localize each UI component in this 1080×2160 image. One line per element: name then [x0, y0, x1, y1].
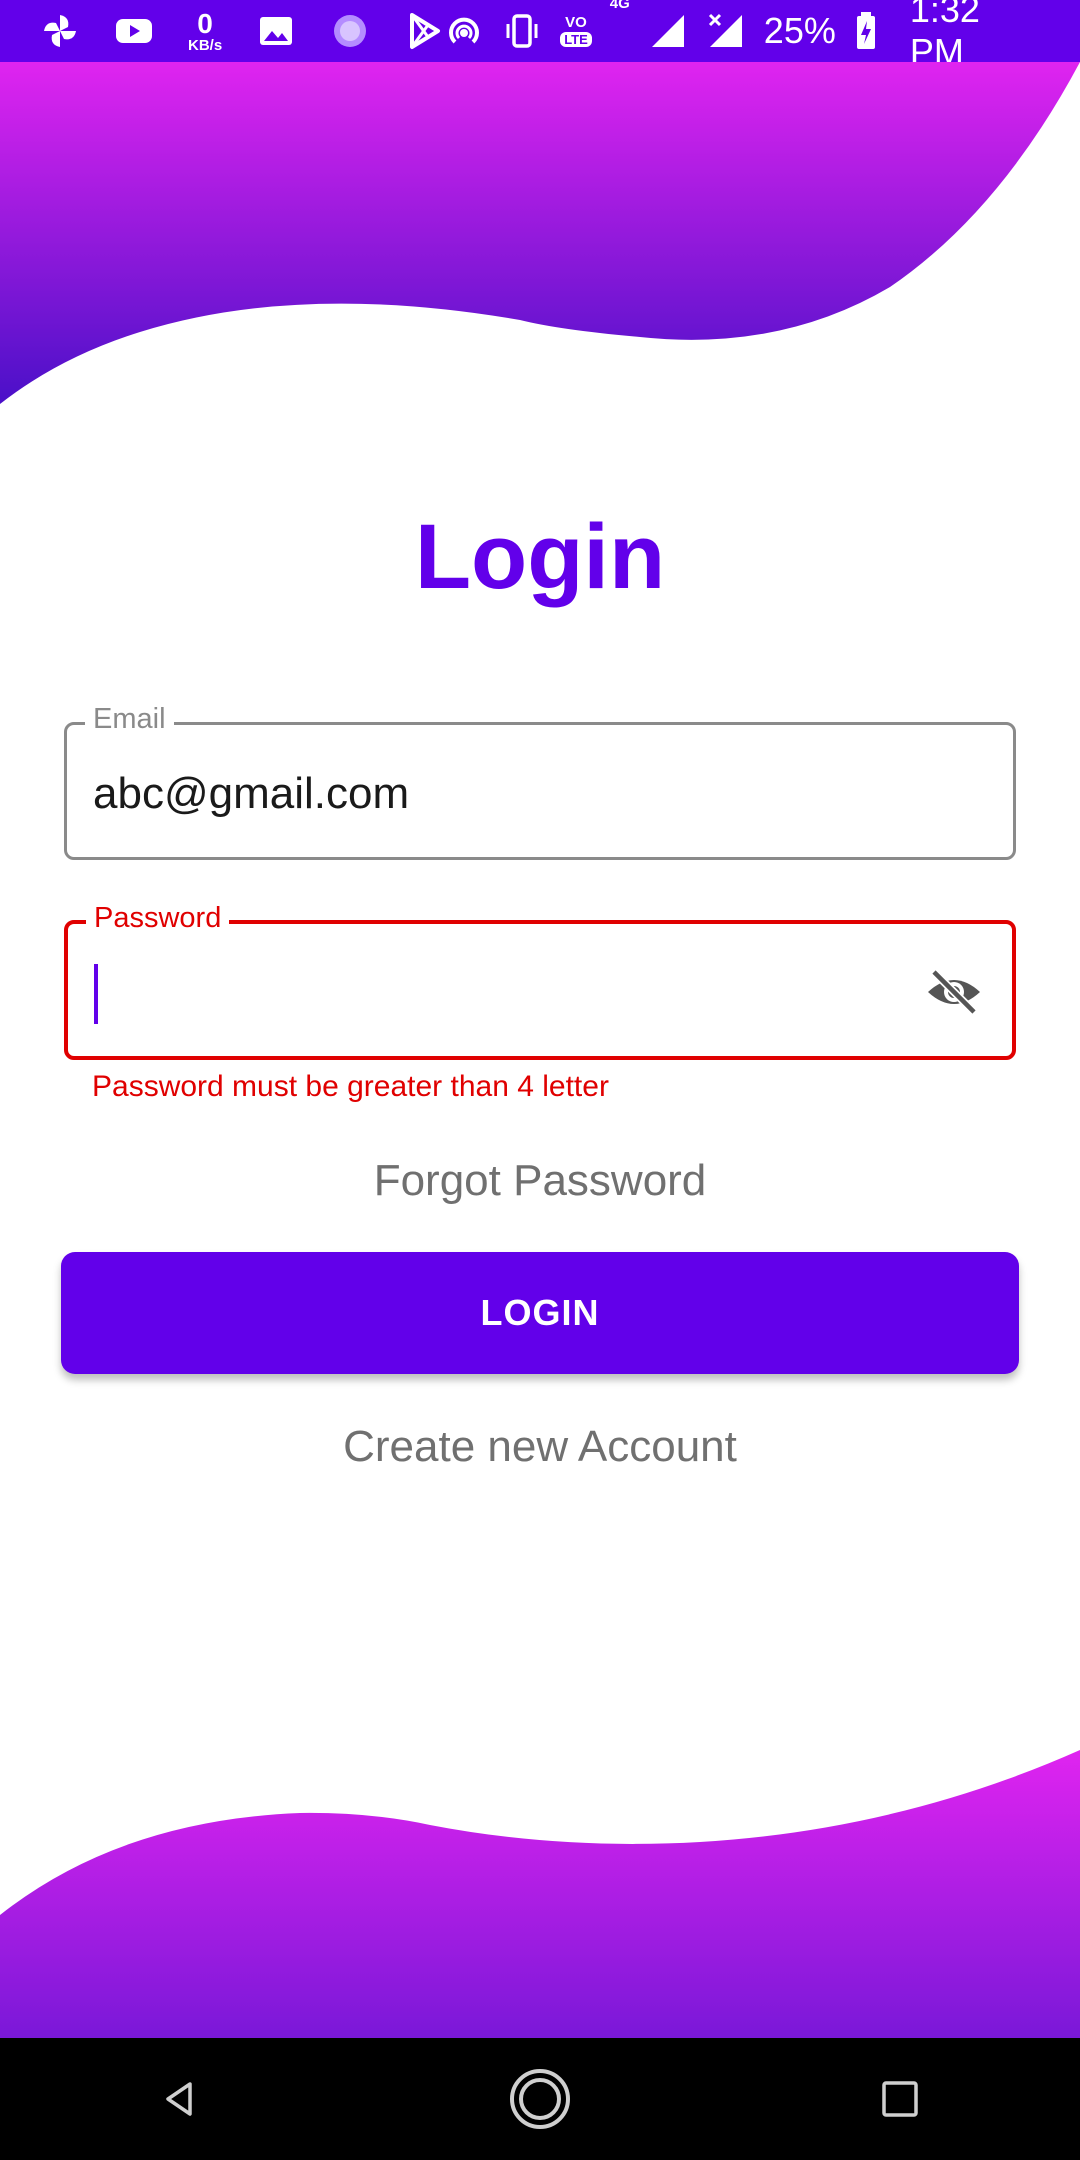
network-speed-unit: KB/s — [188, 36, 223, 54]
play-store-icon — [404, 11, 444, 51]
network-speed-value: 0 — [197, 7, 213, 39]
email-input[interactable]: abc@gmail.com — [93, 769, 409, 819]
page-title: Login — [414, 506, 666, 608]
signal-icon — [648, 11, 688, 51]
battery-percent: 25% — [763, 10, 836, 51]
status-notification-icons: 0 KB/s — [40, 7, 444, 54]
create-account-link[interactable]: Create new Account — [0, 1422, 1080, 1472]
bottom-wave-decoration — [0, 1750, 1080, 2038]
password-label: Password — [86, 902, 230, 935]
password-error: Password must be greater than 4 letter — [92, 1070, 609, 1103]
text-cursor — [94, 964, 98, 1024]
login-button[interactable]: LOGIN — [61, 1252, 1019, 1374]
volte-badge: VO LTE — [560, 15, 592, 47]
password-field[interactable]: Password — [64, 902, 1016, 1060]
forgot-password-link[interactable]: Forgot Password — [0, 1156, 1080, 1206]
top-wave-decoration — [0, 62, 1080, 404]
recents-icon[interactable] — [855, 2054, 945, 2144]
image-icon — [256, 11, 296, 51]
network-speed: 0 KB/s — [188, 7, 223, 54]
home-icon[interactable] — [495, 2054, 585, 2144]
status-bar: 0 KB/s VO LTE 4G 25% 1:32 PM — [0, 0, 1080, 72]
back-icon[interactable] — [135, 2054, 225, 2144]
signal-x-icon — [706, 11, 746, 51]
navigation-bar — [0, 2038, 1080, 2160]
volte-label: VO — [565, 14, 587, 31]
eye-off-icon[interactable] — [924, 966, 984, 1018]
hotspot-icon — [444, 11, 484, 51]
youtube-icon — [114, 11, 154, 51]
lte-label: LTE — [560, 32, 592, 47]
email-field[interactable]: Email abc@gmail.com — [64, 703, 1016, 860]
vibrate-icon — [502, 11, 542, 51]
network-type: 4G — [609, 0, 630, 12]
email-label: Email — [85, 703, 174, 736]
pinwheel-icon — [40, 11, 80, 51]
battery-icon — [854, 11, 878, 51]
app-circle-icon — [330, 11, 370, 51]
